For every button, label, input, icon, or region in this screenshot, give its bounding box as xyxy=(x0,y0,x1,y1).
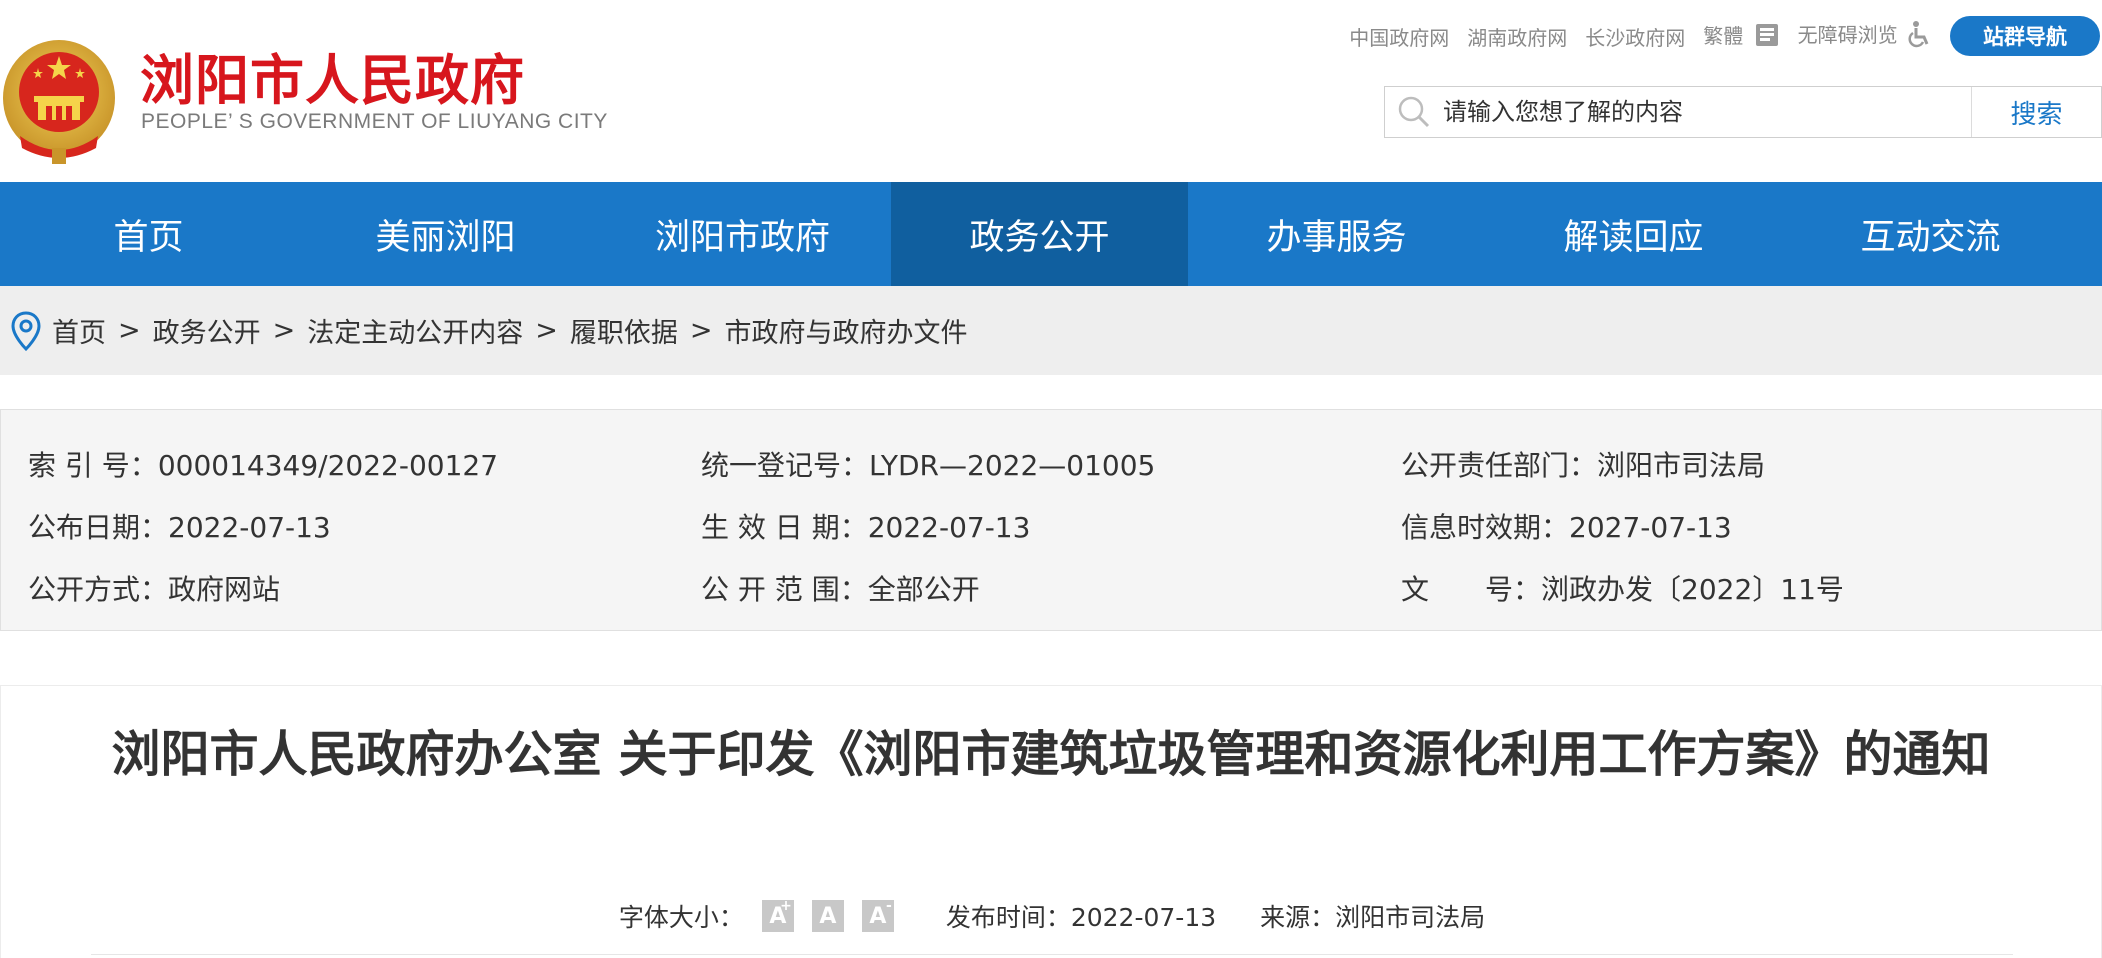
article-meta: 字体大小： A + A A- 发布时间：2022-07-13 来源：浏阳市司法局 xyxy=(1,898,2102,934)
info-value: 2022-07-13 xyxy=(867,511,1031,544)
info-label: 统一登记号： xyxy=(701,449,870,482)
publish-time: 发布时间：2022-07-13 xyxy=(946,898,1216,934)
breadcrumb-home[interactable]: 首页 xyxy=(52,311,106,350)
location-pin-icon xyxy=(10,310,42,351)
link-changsha-gov[interactable]: 长沙政府网 xyxy=(1585,22,1685,51)
info-label: 生 效 日 期： xyxy=(701,511,868,544)
breadcrumb: 首页 > 政务公开 > 法定主动公开内容 > 履职依据 > 市政府与政府办文件 xyxy=(0,286,2102,375)
info-value: 2022-07-13 xyxy=(168,511,331,544)
nav-government-affairs[interactable]: 政务公开 xyxy=(891,182,1188,286)
info-publication-method: 公开方式：政府网站 xyxy=(28,568,280,608)
accessibility-label: 无障碍浏览 xyxy=(1797,23,1898,47)
info-effective-date: 生 效 日 期：2022-07-13 xyxy=(701,506,1030,546)
info-value: 政府网站 xyxy=(168,573,281,606)
nav-city-government[interactable]: 浏阳市政府 xyxy=(594,182,891,286)
main-nav: 首页 美丽浏阳 浏阳市政府 政务公开 办事服务 解读回应 互动交流 xyxy=(0,182,2102,286)
nav-interaction[interactable]: 互动交流 xyxy=(1782,182,2079,286)
info-responsible-department: 公开责任部门：浏阳市司法局 xyxy=(1401,444,1765,484)
breadcrumb-separator: > xyxy=(118,315,141,346)
national-emblem-icon[interactable] xyxy=(0,36,118,166)
divider xyxy=(91,954,2013,955)
search-input[interactable] xyxy=(1443,87,1971,137)
wheelchair-icon xyxy=(1908,20,1932,53)
breadcrumb-duty-basis[interactable]: 履职依据 xyxy=(570,311,678,350)
article-title: 浏阳市人民政府办公室 关于印发《浏阳市建筑垃圾管理和资源化利用工作方案》的通知 xyxy=(111,725,1991,783)
site-header: 浏阳市人民政府 PEOPLE’ S GOVERNMENT OF LIUYANG … xyxy=(0,0,2102,182)
search-icon xyxy=(1385,87,1443,137)
nav-interpretation[interactable]: 解读回应 xyxy=(1485,182,1782,286)
info-value: LYDR—2022—01005 xyxy=(869,449,1156,482)
breadcrumb-separator: > xyxy=(535,315,558,346)
info-label: 公开方式： xyxy=(28,573,169,606)
breadcrumb-separator: > xyxy=(272,315,296,346)
font-button-label: A xyxy=(819,903,837,929)
info-label: 索 引 号： xyxy=(28,449,158,482)
info-value: 2027-07-13 xyxy=(1569,511,1732,544)
traditional-chinese-label: 繁體 xyxy=(1703,23,1744,48)
article: 浏阳市人民政府办公室 关于印发《浏阳市建筑垃圾管理和资源化利用工作方案》的通知 … xyxy=(0,685,2102,958)
document-info-table: 索 引 号：000014349/2022-00127 统一登记号：LYDR—20… xyxy=(0,409,2102,631)
publish-time-value: 2022-07-13 xyxy=(1070,903,1217,932)
search-bar: 搜索 xyxy=(1384,86,2102,138)
nav-services[interactable]: 办事服务 xyxy=(1188,182,1485,286)
font-button-label: A xyxy=(869,903,887,929)
info-validity-period: 信息时效期：2027-07-13 xyxy=(1401,506,1732,546)
site-group-nav-button[interactable]: 站群导航 xyxy=(1950,16,2100,56)
info-label: 信息时效期： xyxy=(1401,511,1570,544)
source-label: 来源： xyxy=(1260,903,1336,932)
info-document-number: 文 号：浏政办发〔2022〕11号 xyxy=(1401,568,1844,608)
publish-time-label: 发布时间： xyxy=(945,903,1071,932)
nav-beautiful-liuyang[interactable]: 美丽浏阳 xyxy=(297,182,594,286)
info-value: 浏政办发〔2022〕11号 xyxy=(1541,573,1844,606)
breadcrumb-statutory-content[interactable]: 法定主动公开内容 xyxy=(307,311,523,350)
font-size-decrease-button[interactable]: A- xyxy=(861,898,894,932)
site-subtitle: PEOPLE’ S GOVERNMENT OF LIUYANG CITY xyxy=(141,110,608,133)
breadcrumb-government-affairs[interactable]: 政务公开 xyxy=(153,311,261,350)
breadcrumb-separator: > xyxy=(689,315,713,346)
accessibility-toggle[interactable]: 无障碍浏览 xyxy=(1798,19,1932,53)
site-title[interactable]: 浏阳市人民政府 xyxy=(140,36,525,115)
info-value: 全部公开 xyxy=(867,573,980,606)
info-publication-scope: 公 开 范 围：全部公开 xyxy=(701,568,980,608)
info-label: 文 号： xyxy=(1401,573,1542,606)
top-links: 中国政府网 湖南政府网 长沙政府网 繁體 无障碍浏览 站群导航 xyxy=(1349,14,2102,58)
source-value: 浏阳市司法局 xyxy=(1335,903,1486,932)
article-source: 来源：浏阳市司法局 xyxy=(1260,898,1485,934)
info-publish-date: 公布日期：2022-07-13 xyxy=(28,506,331,546)
document-icon xyxy=(1754,22,1780,53)
info-value: 000014349/2022-00127 xyxy=(157,449,499,482)
link-hunan-gov[interactable]: 湖南政府网 xyxy=(1467,22,1567,51)
breadcrumb-municipal-documents[interactable]: 市政府与政府办文件 xyxy=(725,311,968,350)
info-label: 公布日期： xyxy=(28,511,169,544)
info-index-number: 索 引 号：000014349/2022-00127 xyxy=(28,444,498,484)
font-size-increase-button[interactable]: A + xyxy=(761,898,794,932)
nav-home[interactable]: 首页 xyxy=(0,182,297,286)
info-value: 浏阳市司法局 xyxy=(1597,449,1766,482)
info-label: 公 开 范 围： xyxy=(701,573,868,606)
info-label: 公开责任部门： xyxy=(1401,449,1598,482)
link-china-gov[interactable]: 中国政府网 xyxy=(1349,22,1449,51)
font-size-default-button[interactable]: A xyxy=(811,900,844,932)
search-button[interactable]: 搜索 xyxy=(1971,87,2101,137)
info-registration-number: 统一登记号：LYDR—2022—01005 xyxy=(701,444,1155,484)
traditional-chinese-toggle[interactable]: 繁體 xyxy=(1703,20,1779,53)
font-size-label: 字体大小： xyxy=(618,903,744,932)
